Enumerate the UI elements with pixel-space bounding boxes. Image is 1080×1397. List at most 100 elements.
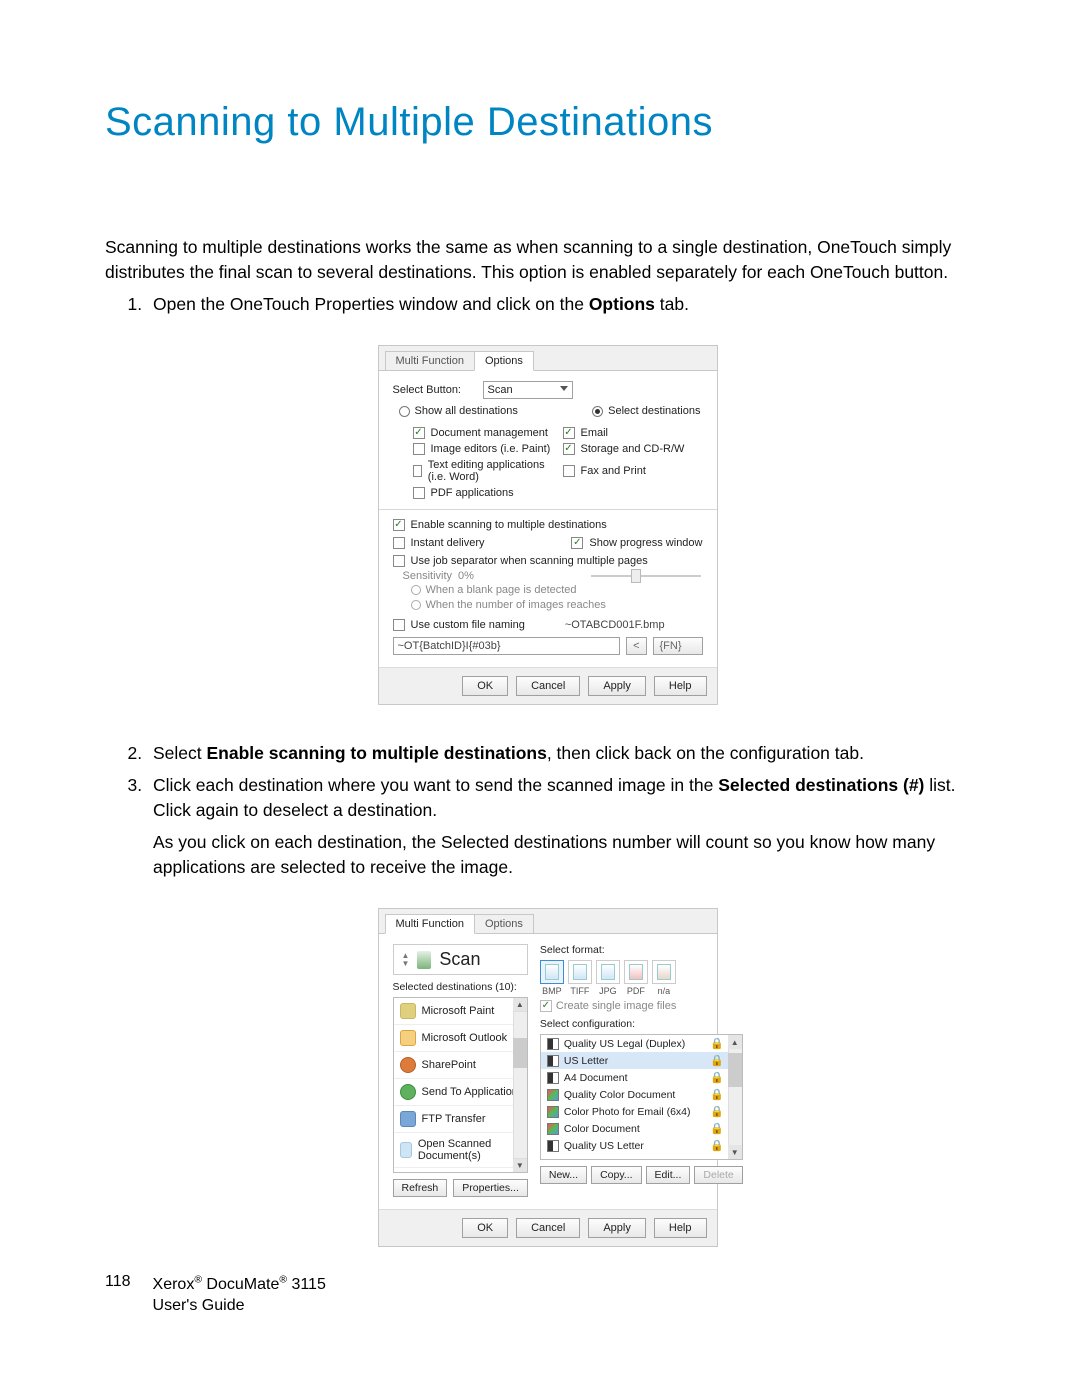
options-dialog: Multi Function Options Select Button: Sc… [378,345,718,705]
format-bmp[interactable] [540,960,564,984]
edit-button[interactable]: Edit... [646,1166,691,1184]
format-na[interactable] [652,960,676,984]
select-button-label: Select Button: [393,384,483,396]
apply-button[interactable]: Apply [588,1218,646,1238]
select-button-dropdown[interactable]: Scan [483,381,573,399]
page-title: Scanning to Multiple Destinations [105,100,990,145]
checkbox-instant-delivery[interactable]: Instant delivery [393,537,485,549]
cancel-button[interactable]: Cancel [516,1218,580,1238]
scan-profile-header[interactable]: ▲▼ Scan [393,944,528,975]
new-button[interactable]: New... [540,1166,587,1184]
scroll-thumb[interactable] [513,1038,527,1068]
checkbox-email[interactable]: Email [563,427,703,439]
chevron-down-icon [560,386,568,391]
cancel-button[interactable]: Cancel [516,676,580,696]
scroll-down-icon[interactable]: ▼ [513,1158,527,1172]
checkbox-enable-multi-destinations[interactable]: Enable scanning to multiple destinations [393,519,607,531]
destinations-list[interactable]: Microsoft Paint Microsoft Outlook ShareP… [393,997,528,1173]
step2-bold: Enable scanning to multiple destinations [207,743,547,763]
configuration-list[interactable]: Quality US Legal (Duplex)🔒 US Letter🔒 A4… [540,1034,743,1160]
open-doc-icon [400,1142,412,1158]
checkbox-image-editors[interactable]: Image editors (i.e. Paint) [413,443,553,455]
tab-options[interactable]: Options [474,351,534,371]
checkbox-pdf-applications[interactable]: PDF applications [413,487,553,499]
ok-button[interactable]: OK [462,1218,508,1238]
step-3: Click each destination where you want to… [147,773,990,881]
paint-icon [400,1003,416,1019]
checkbox-create-single-image-files: Create single image files [540,1000,743,1012]
step1-bold: Options [589,294,655,314]
radio-show-all-destinations[interactable]: Show all destinations [399,405,518,417]
radio-icon [592,406,603,417]
step3-pre: Click each destination where you want to… [153,775,718,795]
lock-icon: 🔒 [710,1122,724,1135]
multifunction-dialog: Multi Function Options ▲▼ Scan Selected … [378,908,718,1247]
intro-paragraph: Scanning to multiple destinations works … [105,235,990,284]
less-button[interactable]: < [626,637,646,655]
select-format-label: Select format: [540,944,743,956]
scan-title: Scan [439,949,480,970]
radio-blank-page[interactable]: When a blank page is detected [411,584,703,596]
tab-multi-function[interactable]: Multi Function [385,914,475,934]
list-item: SharePoint [394,1052,527,1079]
filename-preview: ~OTABCD001F.bmp [565,619,665,631]
refresh-button[interactable]: Refresh [393,1179,448,1197]
selected-destinations-label: Selected destinations (10): [393,981,528,993]
radio-select-destinations[interactable]: Select destinations [592,405,700,417]
scrollbar[interactable] [513,998,527,1172]
checkbox-text-editing-apps[interactable]: Text editing applications (i.e. Word) [413,459,553,483]
tab-multi-function[interactable]: Multi Function [385,351,475,371]
apply-button[interactable]: Apply [588,676,646,696]
step2-post: , then click back on the configuration t… [547,743,864,763]
format-tiff[interactable] [568,960,592,984]
select-button-value: Scan [488,384,513,396]
tab-options[interactable]: Options [474,914,534,934]
checkbox-job-separator[interactable]: Use job separator when scanning multiple… [393,555,648,567]
spinner-icon[interactable]: ▲▼ [402,952,410,968]
checkbox-show-progress-window[interactable]: Show progress window [571,537,702,549]
scan-icon [417,951,431,969]
help-button[interactable]: Help [654,676,707,696]
sensitivity-value: 0% [458,570,474,582]
properties-button[interactable]: Properties... [453,1179,528,1197]
checkbox-document-management[interactable]: Document management [413,427,553,439]
footer-guide: User's Guide [153,1297,245,1314]
list-item: FTP Transfer [394,1106,527,1133]
format-jpg[interactable] [596,960,620,984]
format-pdf[interactable] [624,960,648,984]
sensitivity-slider[interactable] [591,575,701,577]
checkbox-storage-cdrw[interactable]: Storage and CD-R/W [563,443,703,455]
step1-pre: Open the OneTouch Properties window and … [153,294,589,314]
lock-icon: 🔒 [710,1071,724,1084]
delete-button[interactable]: Delete [694,1166,742,1184]
fn-token-dropdown[interactable]: {FN} [653,637,703,655]
step-1: Open the OneTouch Properties window and … [147,292,990,317]
list-item: Microsoft Outlook [394,1025,527,1052]
copy-button[interactable]: Copy... [591,1166,641,1184]
help-button[interactable]: Help [654,1218,707,1238]
radio-icon [399,406,410,417]
lock-icon: 🔒 [710,1105,724,1118]
radio-image-count[interactable]: When the number of images reaches [411,599,703,611]
step2-pre: Select [153,743,207,763]
scroll-up-icon[interactable]: ▲ [728,1035,742,1049]
checkbox-fax-print[interactable]: Fax and Print [563,459,703,483]
list-item: Open Scanned Document(s) [394,1133,527,1168]
scroll-thumb[interactable] [728,1053,742,1087]
ftp-icon [400,1111,416,1127]
sharepoint-icon [400,1057,416,1073]
outlook-icon [400,1030,416,1046]
sensitivity-label: Sensitivity [403,570,453,582]
step3-bold: Selected destinations (#) [718,775,924,795]
scroll-up-icon[interactable]: ▲ [513,998,527,1012]
scroll-down-icon[interactable]: ▼ [728,1145,742,1159]
step-2: Select Enable scanning to multiple desti… [147,741,990,766]
lock-icon: 🔒 [710,1037,724,1050]
ok-button[interactable]: OK [462,676,508,696]
send-to-app-icon [400,1084,416,1100]
page-number: 118 [105,1273,131,1291]
lock-icon: 🔒 [710,1139,724,1152]
filename時-formula-input[interactable]: ~OT{BatchID}I{#03b} [393,637,621,655]
checkbox-custom-file-naming[interactable]: Use custom file naming [393,619,525,631]
lock-icon: 🔒 [710,1054,724,1067]
